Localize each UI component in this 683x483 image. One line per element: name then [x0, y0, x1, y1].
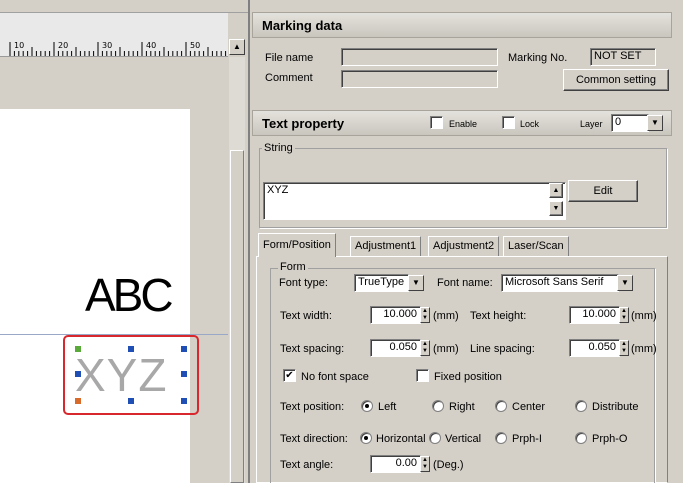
- marking-no-label: Marking No.: [508, 52, 568, 64]
- no-font-space-checkbox[interactable]: ✔: [283, 369, 296, 382]
- comment-field: [341, 70, 498, 88]
- option-horizontal-label: Horizontal: [376, 433, 426, 445]
- string-textarea[interactable]: XYZ: [263, 182, 566, 220]
- unit-deg-label: (Deg.): [433, 459, 464, 471]
- text-angle-field[interactable]: 0.00: [370, 455, 421, 473]
- unit-mm-label: (mm): [631, 343, 657, 355]
- ruler-label: 10: [14, 41, 25, 50]
- scroll-up-icon[interactable]: ▲: [549, 183, 563, 198]
- chevron-down-icon[interactable]: ▼: [408, 275, 424, 291]
- radio-selected-dot: [364, 436, 368, 440]
- tab-laser-scan[interactable]: Laser/Scan: [503, 236, 569, 256]
- option-prph-o-label: Prph-O: [592, 433, 628, 445]
- text-width-field[interactable]: 10.000: [370, 306, 421, 324]
- canvas-margin-right: [190, 109, 228, 483]
- text-spacing-label: Text spacing:: [280, 343, 345, 355]
- font-type-select[interactable]: TrueType: [354, 274, 409, 292]
- chevron-down-icon[interactable]: ▼: [647, 115, 663, 131]
- ruler-label: 20: [58, 41, 69, 50]
- font-type-label: Font type:: [279, 277, 328, 289]
- no-font-space-label: No font space: [301, 371, 369, 383]
- enable-label: Enable: [449, 119, 478, 129]
- line-spacing-field[interactable]: 0.050: [569, 339, 620, 357]
- canvas-margin: [0, 57, 228, 109]
- radio-distribute[interactable]: [575, 400, 587, 412]
- tab-form-position[interactable]: Form/Position: [258, 233, 336, 257]
- line-spacing-label: Line spacing:: [470, 343, 535, 355]
- resize-handle-bottom-right[interactable]: [181, 398, 187, 404]
- option-vertical-label: Vertical: [445, 433, 482, 445]
- comment-label: Comment: [265, 72, 313, 84]
- stepper-icon[interactable]: ▲ ▼: [619, 307, 629, 323]
- vertical-scrollbar-thumb[interactable]: [230, 150, 244, 483]
- font-name-label: Font name:: [437, 277, 493, 289]
- unit-mm-label: (mm): [631, 310, 657, 322]
- anchor-handle[interactable]: [75, 398, 81, 404]
- resize-handle-bottom[interactable]: [128, 398, 134, 404]
- marking-data-header: Marking data: [252, 12, 672, 38]
- radio-horizontal[interactable]: [360, 432, 372, 444]
- option-prph-i-label: Prph-I: [512, 433, 542, 445]
- resize-handle-right[interactable]: [181, 371, 187, 377]
- option-center-label: Center: [512, 401, 546, 413]
- radio-left[interactable]: [361, 400, 373, 412]
- scroll-down-icon[interactable]: ▼: [549, 201, 563, 216]
- text-width-label: Text width:: [280, 310, 332, 322]
- tab-adjustment1[interactable]: Adjustment1: [350, 236, 422, 256]
- resize-handle-left[interactable]: [75, 371, 81, 377]
- rotation-handle[interactable]: [75, 346, 81, 352]
- text-spacing-field[interactable]: 0.050: [370, 339, 421, 357]
- radio-selected-dot: [365, 404, 369, 408]
- canvas-text-xyz[interactable]: XYZ: [75, 352, 167, 398]
- text-position-label: Text position:: [280, 401, 345, 413]
- stepper-icon[interactable]: ▲ ▼: [619, 340, 629, 356]
- scroll-up-arrow-icon[interactable]: ▲: [229, 39, 245, 55]
- form-group-title: Form: [278, 261, 308, 273]
- radio-vertical[interactable]: [429, 432, 441, 444]
- canvas-text-abc[interactable]: ABC: [85, 272, 174, 318]
- radio-prph-i[interactable]: [495, 432, 507, 444]
- horizontal-ruler: 10 20 30 40 50: [0, 13, 228, 57]
- layer-label: Layer: [580, 119, 603, 129]
- common-setting-button[interactable]: Common setting: [563, 69, 669, 91]
- file-name-field: [341, 48, 498, 66]
- option-right-label: Right: [449, 401, 475, 413]
- option-distribute-label: Distribute: [592, 401, 639, 413]
- text-height-label: Text height:: [470, 310, 527, 322]
- option-left-label: Left: [378, 401, 397, 413]
- unit-mm-label: (mm): [433, 310, 459, 322]
- unit-mm-label: (mm): [433, 343, 459, 355]
- text-direction-label: Text direction:: [280, 433, 348, 445]
- fixed-position-checkbox[interactable]: [416, 369, 429, 382]
- radio-prph-o[interactable]: [575, 432, 587, 444]
- radio-right[interactable]: [432, 400, 444, 412]
- marking-no-field: NOT SET: [590, 48, 656, 66]
- stepper-icon[interactable]: ▲ ▼: [420, 340, 430, 356]
- stepper-icon[interactable]: ▲ ▼: [420, 456, 430, 472]
- ruler-ticks: [9, 42, 227, 56]
- fixed-position-label: Fixed position: [434, 371, 502, 383]
- enable-checkbox[interactable]: [430, 116, 443, 129]
- resize-handle-top[interactable]: [128, 346, 134, 352]
- ruler-label: 50: [190, 41, 201, 50]
- stepper-icon[interactable]: ▲ ▼: [420, 307, 430, 323]
- lock-label: Lock: [520, 119, 540, 129]
- file-name-label: File name: [265, 52, 314, 64]
- resize-handle-top-right[interactable]: [181, 346, 187, 352]
- text-angle-label: Text angle:: [280, 459, 334, 471]
- ruler-label: 30: [102, 41, 113, 50]
- text-height-field[interactable]: 10.000: [569, 306, 620, 324]
- ruler-label: 40: [146, 41, 157, 50]
- canvas-top-strip: [0, 0, 248, 13]
- string-group-title: String: [262, 142, 295, 154]
- edit-button[interactable]: Edit: [568, 180, 638, 202]
- lock-checkbox[interactable]: [502, 116, 515, 129]
- layer-select[interactable]: 0: [611, 114, 649, 132]
- radio-center[interactable]: [495, 400, 507, 412]
- chevron-down-icon[interactable]: ▼: [617, 275, 633, 291]
- font-name-select[interactable]: Microsoft Sans Serif: [501, 274, 619, 292]
- tab-adjustment2[interactable]: Adjustment2: [428, 236, 500, 256]
